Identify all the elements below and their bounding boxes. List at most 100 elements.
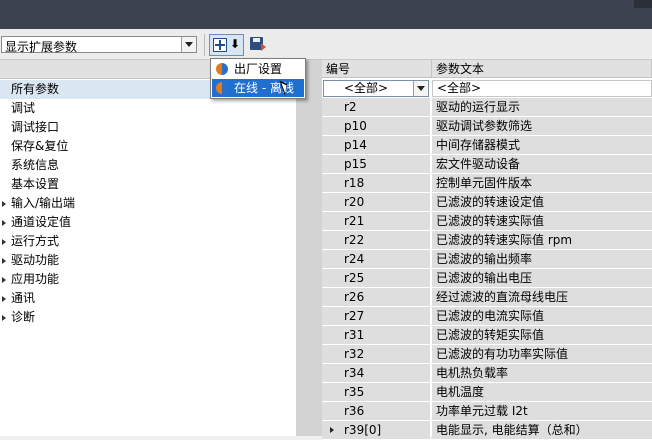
tree-item[interactable]: 通道设定值 [0, 213, 296, 232]
save-button[interactable] [248, 34, 268, 56]
table-row[interactable]: r2 驱动的运行显示 [322, 98, 652, 117]
table-row[interactable]: r34 电机热负载率 [322, 364, 652, 383]
table-row[interactable]: r27 已滤波的电流实际值 [322, 307, 652, 326]
tree-item-label: 所有参数 [11, 82, 60, 96]
parameter-text: 控制单元固件版本 [432, 174, 652, 192]
tree-item-label: 驱动功能 [11, 253, 60, 267]
half-circle-icon [216, 82, 228, 94]
parameter-number: r21 [344, 214, 365, 228]
expand-arrow-icon[interactable] [2, 315, 6, 321]
parameter-number: r39[0] [344, 423, 382, 437]
table-row[interactable]: r35 电机温度 [322, 383, 652, 402]
table-row[interactable]: r26 经过滤波的直流母线电压 [322, 288, 652, 307]
parameter-number: r2 [344, 100, 357, 114]
tree-item[interactable]: 基本设置 [0, 175, 296, 194]
tree-item[interactable]: 运行方式 [0, 232, 296, 251]
tree-item-label: 运行方式 [11, 234, 60, 248]
tree-item[interactable]: 应用功能 [0, 270, 296, 289]
parameter-number: p14 [344, 138, 367, 152]
chevron-down-icon[interactable] [413, 81, 428, 96]
table-row[interactable]: r22 已滤波的转速实际值 rpm [322, 231, 652, 250]
table-row[interactable]: r25 已滤波的输出电压 [322, 269, 652, 288]
expand-arrow-icon[interactable] [2, 239, 6, 245]
parameter-number: r34 [344, 366, 365, 380]
chevron-down-icon[interactable] [181, 37, 196, 52]
parameter-number-cell: r2 [322, 98, 430, 116]
column-header-text[interactable]: 参数文本 [432, 60, 652, 78]
expand-arrow-icon[interactable] [2, 277, 6, 283]
expand-arrow-icon[interactable] [2, 220, 6, 226]
parameter-number-cell: r31 [322, 326, 430, 344]
tree-item[interactable]: 通讯 [0, 289, 296, 308]
toolbar-separator [204, 34, 205, 56]
table-row[interactable]: p15 宏文件驱动设备 [322, 155, 652, 174]
parameter-group-tree: 所有参数调试调试接口保存&复位系统信息基本设置输入/输出端通道设定值运行方式驱动… [0, 60, 297, 436]
arrow-icon [261, 43, 266, 51]
tree-item[interactable]: 调试 [0, 99, 296, 118]
table-row[interactable]: r21 已滤波的转速实际值 [322, 212, 652, 231]
parameter-number: r32 [344, 347, 365, 361]
title-bar [0, 0, 652, 29]
tree-item[interactable]: 输入/输出端 [0, 194, 296, 213]
view-select[interactable]: 显示扩展参数 [1, 36, 197, 54]
expand-arrow-icon[interactable] [2, 296, 6, 302]
title-bar-edge [634, 0, 652, 8]
table-row[interactable]: r24 已滤波的输出频率 [322, 250, 652, 269]
table-row[interactable]: p10 驱动调试参数筛选 [322, 117, 652, 136]
parameter-number-cell: r26 [322, 288, 430, 306]
expand-arrow-icon[interactable] [330, 427, 334, 433]
tree-item-label: 基本设置 [11, 177, 60, 191]
tree-item-label: 系统信息 [11, 158, 60, 172]
filter-menu: 出厂设置 在线 - 离线 [210, 58, 306, 99]
text-filter-field[interactable]: <全部> [432, 80, 652, 97]
tree-item[interactable]: 系统信息 [0, 156, 296, 175]
tree-item-label: 保存&复位 [11, 139, 69, 153]
filter-dropdown-button[interactable]: ⬇ [209, 34, 244, 56]
table-row[interactable]: r32 已滤波的有功功率实际值 [322, 345, 652, 364]
parameter-number-cell: r24 [322, 250, 430, 268]
parameter-number-cell: p15 [322, 155, 430, 173]
parameter-text: 驱动的运行显示 [432, 98, 652, 116]
text-filter-value: <全部> [437, 81, 482, 95]
parameter-number: p15 [344, 157, 367, 171]
number-filter-select[interactable]: <全部> [323, 80, 429, 97]
table-row[interactable]: r20 已滤波的转速设定值 [322, 193, 652, 212]
parameter-text: 电机热负载率 [432, 364, 652, 382]
parameter-number-cell: r35 [322, 383, 430, 401]
number-filter-value: <全部> [344, 81, 389, 95]
view-select-value: 显示扩展参数 [5, 40, 78, 54]
parameter-number: r35 [344, 385, 365, 399]
parameter-number: r24 [344, 252, 365, 266]
tree-item-label: 调试接口 [11, 120, 60, 134]
table-row[interactable]: r36 功率单元过载 I2t [322, 402, 652, 421]
download-arrow-icon: ⬇ [230, 37, 241, 51]
tree-item-label: 通道设定值 [11, 215, 72, 229]
parameter-number: r31 [344, 328, 365, 342]
parameter-text: 已滤波的电流实际值 [432, 307, 652, 325]
parameter-text: 已滤波的输出电压 [432, 269, 652, 287]
parameter-text: 经过滤波的直流母线电压 [432, 288, 652, 306]
parameter-grid: 编号 参数文本 <全部> <全部> r2 驱动的运行显示 p10 驱动调试参数筛选 p1… [322, 60, 652, 440]
table-row[interactable]: r39[0] 电能显示, 电能结算（总和） [322, 421, 652, 440]
parameter-text: 中间存储器模式 [432, 136, 652, 154]
parameter-text: 电能显示, 电能结算（总和） [432, 421, 652, 439]
menu-item-online-offline[interactable]: 在线 - 离线 [212, 79, 304, 97]
tree-item[interactable]: 调试接口 [0, 118, 296, 137]
expand-arrow-icon[interactable] [2, 258, 6, 264]
tree-item[interactable]: 驱动功能 [0, 251, 296, 270]
table-row[interactable]: p14 中间存储器模式 [322, 136, 652, 155]
column-header-number[interactable]: 编号 [322, 60, 432, 78]
expand-arrow-icon[interactable] [2, 201, 6, 207]
menu-item-factory-settings[interactable]: 出厂设置 [212, 60, 304, 78]
parameter-number-cell: r39[0] [322, 421, 430, 439]
menu-item-label: 出厂设置 [234, 62, 283, 76]
panel-splitter[interactable] [296, 60, 322, 436]
parameter-text: 驱动调试参数筛选 [432, 117, 652, 135]
table-row[interactable]: r18 控制单元固件版本 [322, 174, 652, 193]
tree-item[interactable]: 保存&复位 [0, 137, 296, 156]
parameter-text: 已滤波的有功功率实际值 [432, 345, 652, 363]
parameter-number-cell: r18 [322, 174, 430, 192]
table-row[interactable]: r31 已滤波的转矩实际值 [322, 326, 652, 345]
tree-item[interactable]: 诊断 [0, 308, 296, 327]
parameter-number: r20 [344, 195, 365, 209]
